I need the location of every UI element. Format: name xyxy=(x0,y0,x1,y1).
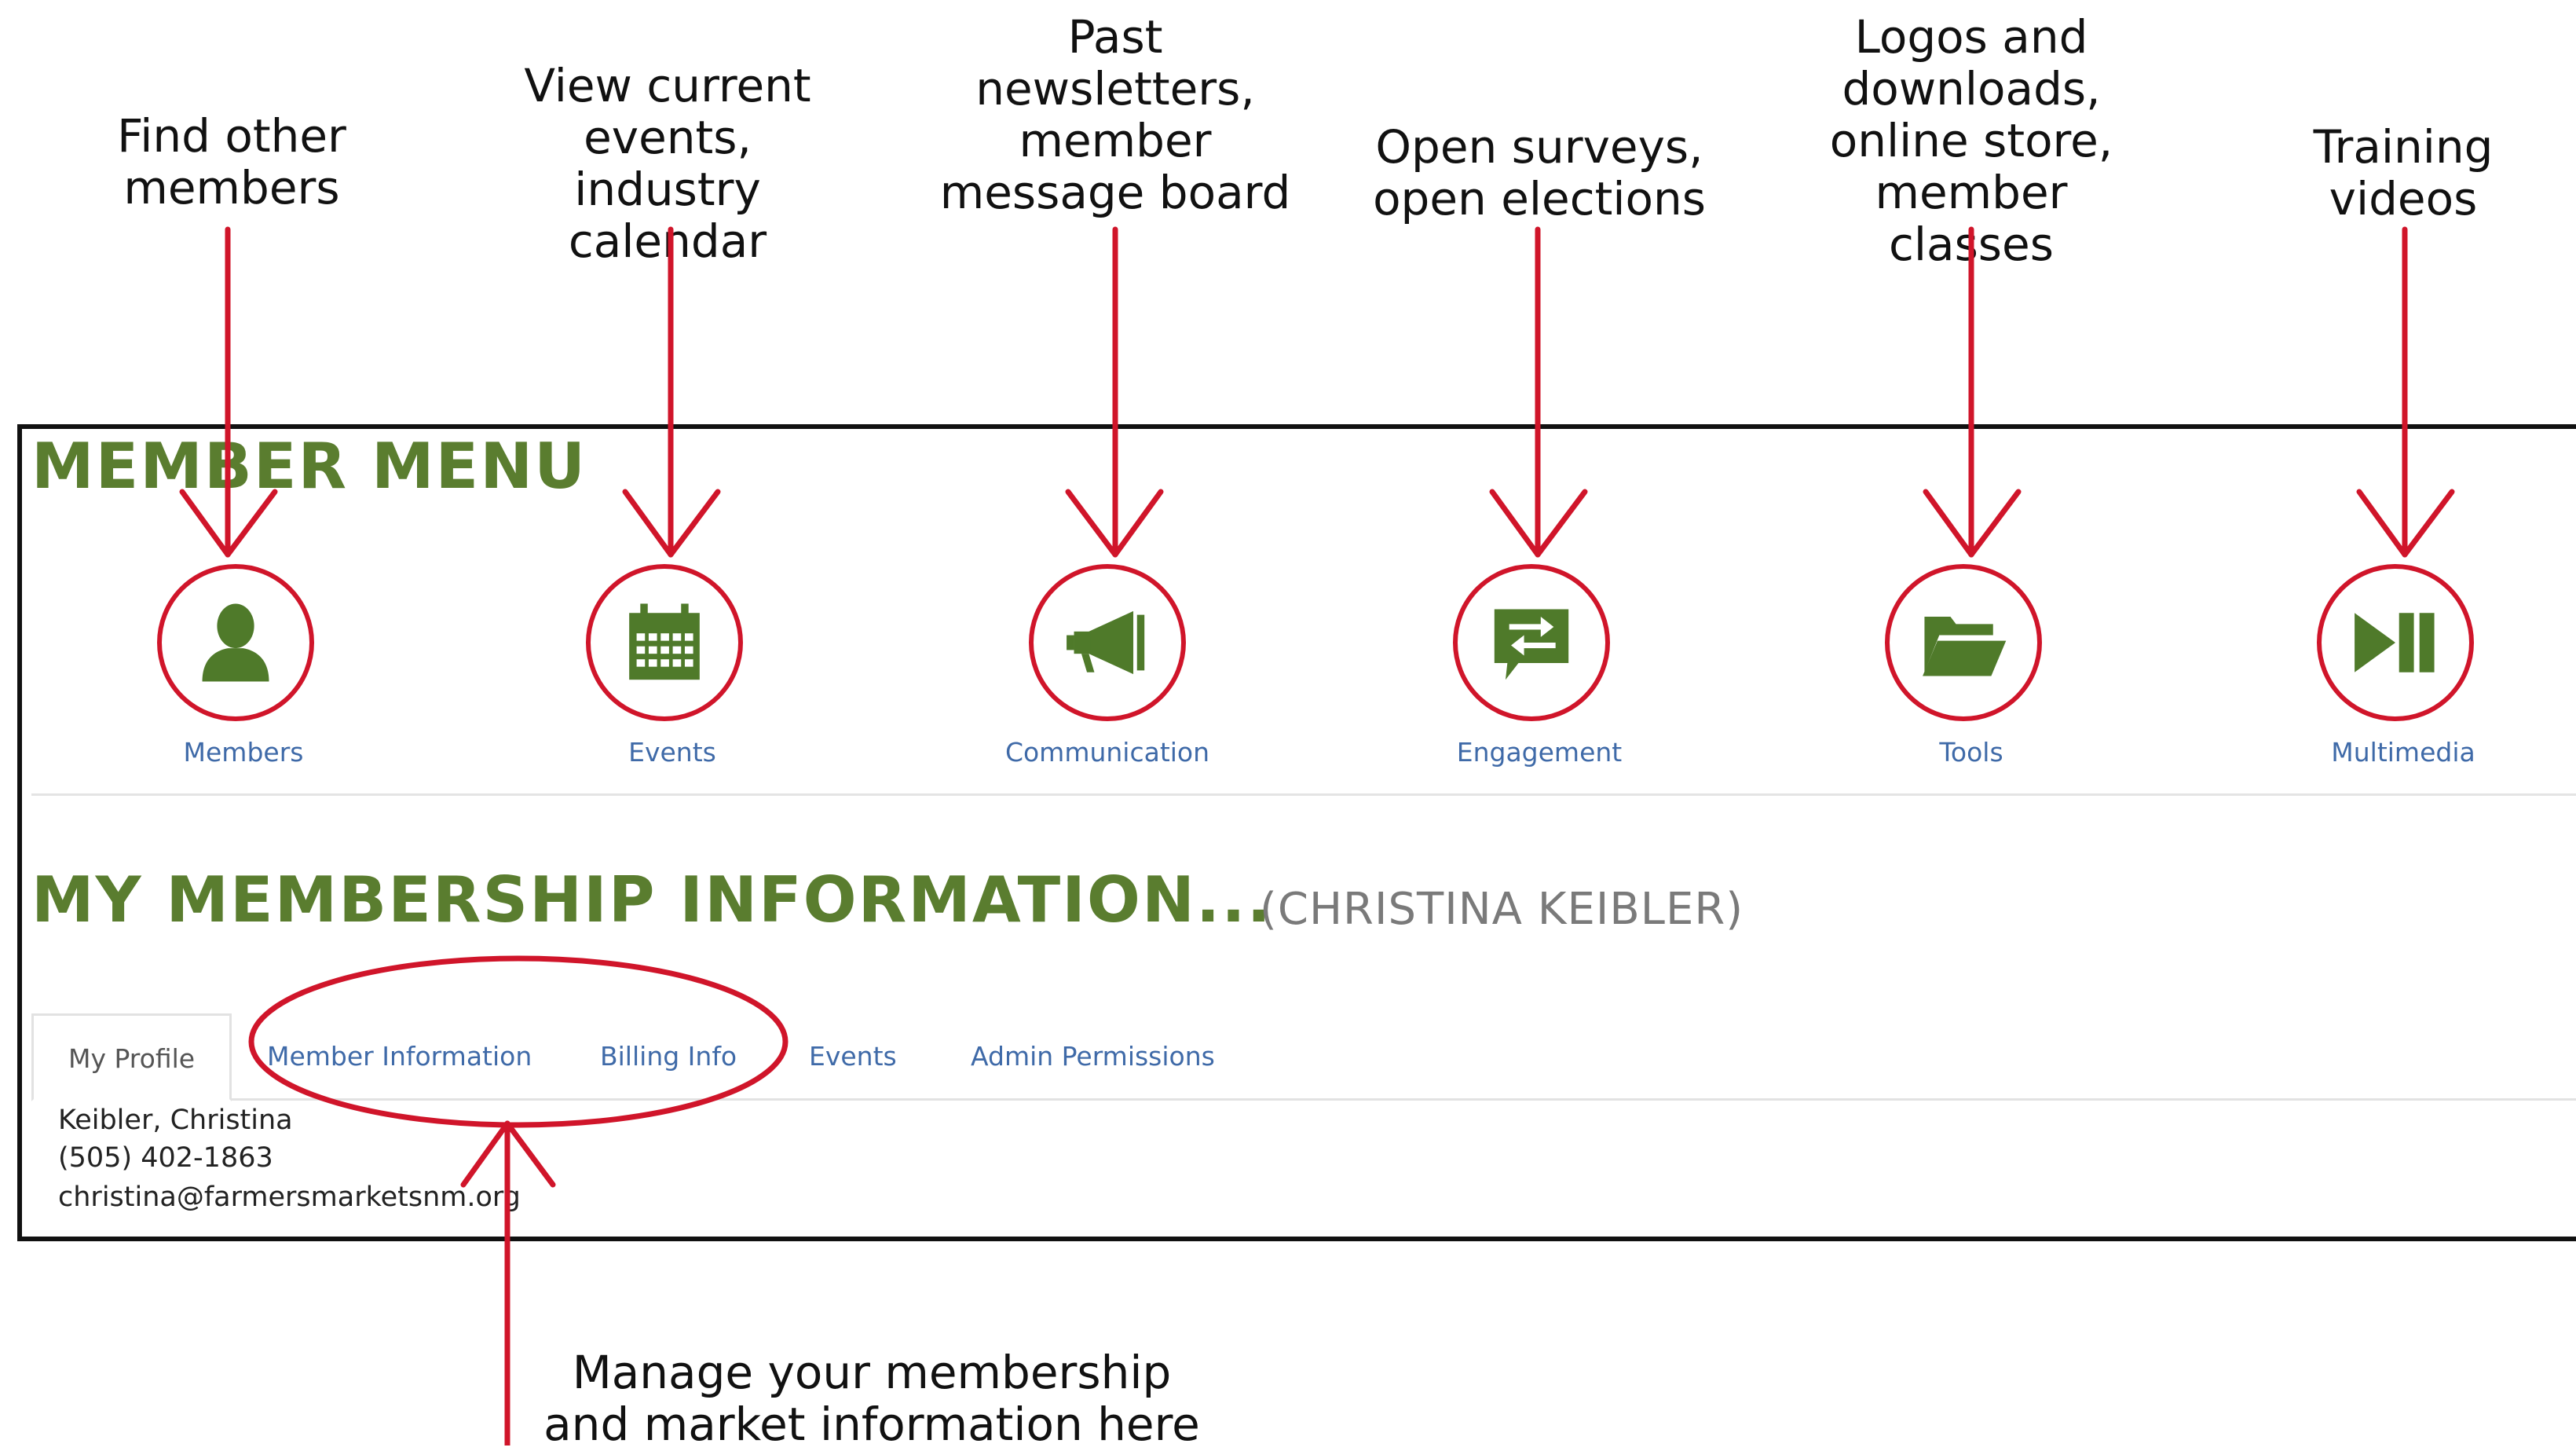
events-label[interactable]: Events xyxy=(523,737,821,768)
tab-billing-info[interactable]: Billing Info xyxy=(600,1013,737,1100)
profile-phone: (505) 402-1863 xyxy=(58,1142,273,1174)
membership-info-title: MY MEMBERSHIP INFORMATION... xyxy=(31,863,1273,936)
multimedia-button[interactable] xyxy=(2317,564,2474,721)
exchange-chat-icon xyxy=(1494,609,1569,680)
communication-button[interactable] xyxy=(1029,564,1186,721)
member-portal-panel xyxy=(17,424,2576,1241)
annotation-tools: Logos and downloads, online store, membe… xyxy=(1829,10,2113,271)
communication-label[interactable]: Communication xyxy=(958,737,1257,768)
menu-divider xyxy=(31,793,2576,796)
events-button[interactable] xyxy=(586,564,743,721)
profile-name: Keibler, Christina xyxy=(58,1105,293,1136)
tab-member-information[interactable]: Member Information xyxy=(267,1013,532,1100)
multimedia-label[interactable]: Multimedia xyxy=(2254,737,2552,768)
play-pause-icon xyxy=(2355,613,2435,672)
calendar-icon xyxy=(629,603,700,680)
annotation-multimedia: Training videos xyxy=(2313,120,2494,225)
annotation-events: View current events, industry calendar xyxy=(524,59,811,268)
engagement-label[interactable]: Engagement xyxy=(1390,737,1689,768)
annotation-communication: Past newsletters, member message board xyxy=(939,10,1291,219)
tab-admin-permissions[interactable]: Admin Permissions xyxy=(971,1013,1215,1100)
engagement-button[interactable] xyxy=(1453,564,1610,721)
membership-user-name: (CHRISTINA KEIBLER) xyxy=(1260,884,1744,935)
tools-button[interactable] xyxy=(1885,564,2042,721)
open-folder-icon xyxy=(1923,616,2007,676)
tab-events[interactable]: Events xyxy=(809,1013,897,1100)
members-button[interactable] xyxy=(157,564,314,721)
profile-email[interactable]: christina@farmersmarketsnm.org xyxy=(58,1182,521,1213)
annotation-members: Find other members xyxy=(117,109,346,214)
annotation-engagement: Open surveys, open elections xyxy=(1373,120,1706,225)
annotation-manage: Manage your membership and market inform… xyxy=(543,1346,1200,1451)
megaphone-icon xyxy=(1067,610,1145,675)
tools-label[interactable]: Tools xyxy=(1822,737,2120,768)
members-label[interactable]: Members xyxy=(94,737,393,768)
person-icon xyxy=(202,603,269,682)
tab-my-profile[interactable]: My Profile xyxy=(31,1013,232,1101)
member-menu-title: MEMBER MENU xyxy=(31,430,587,503)
